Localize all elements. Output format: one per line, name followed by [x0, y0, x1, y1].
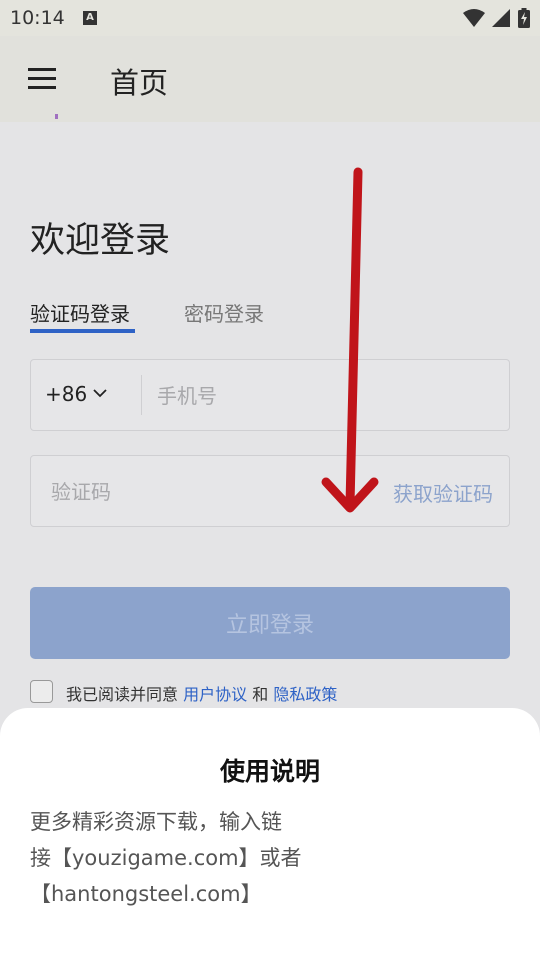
verification-code-field: 获取验证码	[30, 455, 510, 528]
login-button[interactable]: 立即登录	[30, 587, 510, 659]
hamburger-menu-icon[interactable]	[28, 68, 56, 90]
tab-password-login[interactable]: 密码登录	[184, 298, 264, 327]
sheet-line-3: 【hantongsteel.com】	[30, 882, 262, 906]
app-bar: 首页	[0, 36, 540, 122]
get-code-button[interactable]: 获取验证码	[393, 478, 493, 507]
country-code-selector[interactable]: +86	[45, 382, 87, 406]
usage-instructions-sheet: 使用说明 更多精彩资源下载，输入链 接【youzigame.com】或者 【ha…	[0, 708, 540, 960]
agreement-prefix: 我已阅读并同意	[66, 685, 179, 704]
tab-sms-login[interactable]: 验证码登录	[30, 298, 130, 327]
phone-input[interactable]	[155, 360, 499, 432]
agreement-checkbox[interactable]	[30, 680, 53, 703]
wifi-icon	[463, 9, 485, 27]
status-bar: 10:14 A	[0, 0, 540, 36]
login-form: 欢迎登录 验证码登录 密码登录 +86 获取验证码 立即登录 我已阅读并同意 用…	[0, 114, 540, 722]
user-agreement-link[interactable]: 用户协议	[183, 685, 247, 704]
verification-code-input[interactable]	[49, 456, 353, 528]
welcome-heading: 欢迎登录	[30, 221, 171, 261]
agreement-conjunction: 和	[252, 685, 269, 704]
sheet-body: 更多精彩资源下载，输入链 接【youzigame.com】或者 【hantong…	[30, 804, 330, 912]
sheet-line-2: 接【youzigame.com】或者	[30, 846, 302, 870]
status-time: 10:14	[10, 7, 65, 29]
notification-a-icon: A	[83, 11, 97, 25]
page-title: 首页	[110, 66, 169, 100]
phone-field: +86	[30, 359, 510, 432]
sheet-title: 使用说明	[219, 757, 320, 786]
signal-icon	[492, 9, 510, 27]
sheet-line-1: 更多精彩资源下载，输入链	[30, 810, 282, 834]
agreement-text: 我已阅读并同意 用户协议 和 隐私政策	[66, 681, 337, 705]
field-divider	[141, 375, 142, 415]
privacy-policy-link[interactable]: 隐私政策	[273, 685, 337, 704]
chevron-down-icon[interactable]	[93, 386, 107, 400]
active-tab-indicator	[30, 329, 135, 333]
battery-charging-icon	[518, 8, 530, 28]
decorative-mark	[55, 114, 58, 119]
